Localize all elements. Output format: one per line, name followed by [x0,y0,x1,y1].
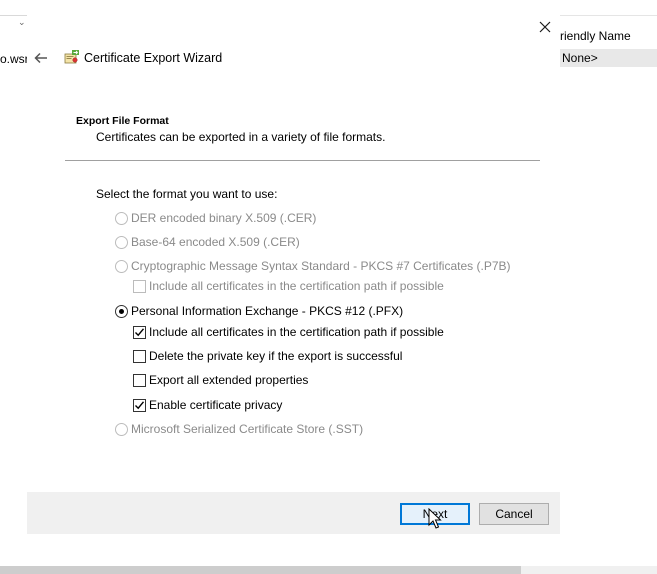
background-scrollbar-thumb[interactable] [0,566,521,574]
pkcs12-radio[interactable] [115,304,128,318]
back-arrow-icon [34,52,47,64]
pkcs7-radio[interactable] [115,259,128,273]
option-pkcs12-pfx[interactable]: Personal Information Exchange - PKCS #12… [115,303,403,319]
background-column-header[interactable]: riendly Name [560,27,657,45]
option-enable-certificate-privacy[interactable]: Enable certificate privacy [133,397,282,413]
option-delete-private-key[interactable]: Delete the private key if the export is … [133,348,402,364]
back-button[interactable] [32,49,50,67]
base64-radio[interactable] [115,235,128,249]
option-sst[interactable]: Microsoft Serialized Certificate Store (… [115,421,363,437]
certificate-wizard-icon [63,49,80,66]
option-label: Cryptographic Message Syntax Standard - … [131,259,511,273]
enable-certificate-privacy-checkbox[interactable] [133,398,146,412]
background-list-row[interactable]: None> [560,49,657,67]
background-chevron-down-icon: ⌄ [18,17,26,27]
header-separator [65,160,540,161]
option-pkcs7-p7b[interactable]: Cryptographic Message Syntax Standard - … [115,258,511,274]
format-prompt: Select the format you want to use: [96,187,278,201]
option-label: Personal Information Exchange - PKCS #12… [131,304,404,318]
sst-radio[interactable] [115,422,128,436]
option-der-cer[interactable]: DER encoded binary X.509 (.CER) [115,210,316,226]
option-export-extended-properties[interactable]: Export all extended properties [133,372,308,388]
close-icon [539,21,551,33]
option-p7b-include-path[interactable]: Include all certificates in the certific… [133,278,444,294]
option-label: DER encoded binary X.509 (.CER) [131,211,317,225]
option-label: Base-64 encoded X.509 (.CER) [131,235,300,249]
checkmark-icon [135,327,145,336]
option-pfx-include-path[interactable]: Include all certificates in the certific… [133,324,444,340]
option-label: Enable certificate privacy [149,398,283,412]
der-radio[interactable] [115,211,128,225]
cancel-button[interactable]: Cancel [479,503,549,525]
section-title: Export File Format [76,115,169,127]
close-button[interactable] [533,17,557,37]
background-list-text: o.wsr [0,52,27,66]
option-label: Microsoft Serialized Certificate Store (… [131,422,364,436]
pfx-include-path-checkbox[interactable] [133,325,146,339]
option-label: Include all certificates in the certific… [149,279,444,293]
option-base64-cer[interactable]: Base-64 encoded X.509 (.CER) [115,234,300,250]
certificate-export-wizard-dialog [27,14,560,534]
wizard-title: Certificate Export Wizard [84,51,223,65]
option-label: Export all extended properties [149,373,309,387]
checkmark-icon [135,400,145,409]
delete-private-key-checkbox[interactable] [133,349,146,363]
export-extended-properties-checkbox[interactable] [133,373,146,387]
p7b-include-path-checkbox[interactable] [133,279,146,293]
background-window-edge [0,15,27,16]
section-description: Certificates can be exported in a variet… [96,130,386,144]
option-label: Delete the private key if the export is … [149,349,403,363]
mouse-pointer-icon [428,507,442,530]
option-label: Include all certificates in the certific… [149,325,444,339]
